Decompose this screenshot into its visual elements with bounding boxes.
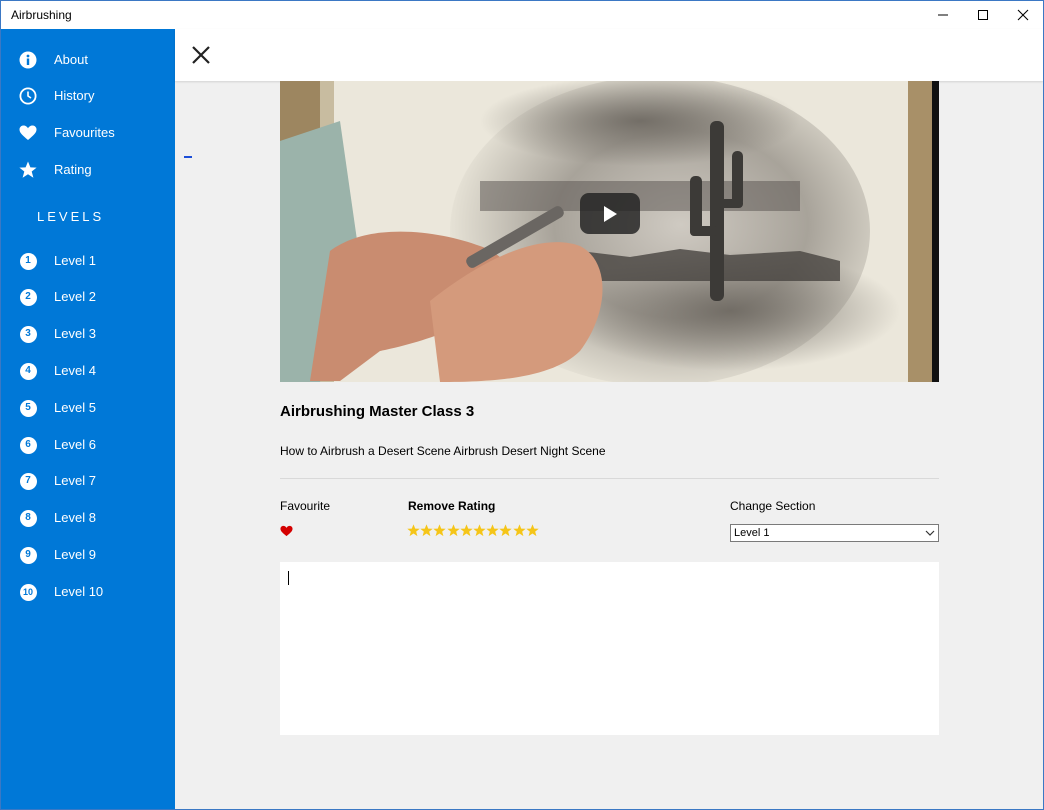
section-select[interactable]: Level 1 bbox=[730, 524, 939, 542]
info-icon bbox=[18, 50, 38, 70]
window-title: Airbrushing bbox=[11, 8, 72, 22]
video-player[interactable] bbox=[280, 81, 939, 382]
level-number-icon: 7 bbox=[19, 472, 37, 490]
close-panel-icon[interactable] bbox=[191, 45, 211, 65]
play-icon bbox=[604, 205, 617, 222]
collapse-indicator bbox=[184, 156, 192, 158]
sidebar-item-label: Level 2 bbox=[54, 289, 96, 304]
video-description: How to Airbrush a Desert Scene Airbrush … bbox=[280, 444, 606, 458]
rating-star-icon[interactable] bbox=[525, 524, 539, 537]
sidebar-item-label: Level 8 bbox=[54, 510, 96, 525]
level-number-icon: 10 bbox=[19, 583, 37, 601]
star-icon bbox=[18, 160, 38, 180]
close-window-button[interactable] bbox=[1003, 1, 1043, 29]
text-caret bbox=[288, 571, 289, 585]
app-window: Airbrushing About History Favourites Rat… bbox=[0, 0, 1044, 810]
level-number-icon: 1 bbox=[19, 252, 37, 270]
rating-star-icon[interactable] bbox=[499, 524, 513, 537]
rating-star-icon[interactable] bbox=[420, 524, 433, 537]
change-section-label: Change Section bbox=[730, 499, 816, 513]
clock-icon bbox=[18, 86, 38, 106]
notes-textarea[interactable] bbox=[280, 562, 939, 735]
sidebar-item-level-4[interactable]: 4 Level 4 bbox=[1, 353, 175, 389]
sidebar-item-label: Rating bbox=[54, 162, 92, 177]
sidebar-item-level-3[interactable]: 3 Level 3 bbox=[1, 316, 175, 352]
sidebar-item-label: Level 6 bbox=[54, 437, 96, 452]
sidebar-item-about[interactable]: About bbox=[1, 42, 175, 78]
sidebar-item-label: Level 4 bbox=[54, 363, 96, 378]
top-bar bbox=[175, 29, 1043, 81]
title-bar: Airbrushing bbox=[1, 1, 1043, 29]
level-number-icon: 2 bbox=[19, 288, 37, 306]
favourite-heart-icon[interactable] bbox=[280, 525, 293, 537]
sidebar-item-level-9[interactable]: 9 Level 9 bbox=[1, 537, 175, 573]
sidebar-item-level-10[interactable]: 10 Level 10 bbox=[1, 574, 175, 610]
favourite-label: Favourite bbox=[280, 499, 331, 513]
level-number-icon: 9 bbox=[19, 546, 37, 564]
level-number-icon: 3 bbox=[19, 325, 37, 343]
rating-star-icon[interactable] bbox=[460, 524, 473, 537]
sidebar-item-label: Level 7 bbox=[54, 473, 96, 488]
sidebar-item-level-2[interactable]: 2 Level 2 bbox=[1, 279, 175, 315]
minimize-icon bbox=[938, 14, 948, 16]
sidebar-item-history[interactable]: History bbox=[1, 78, 175, 114]
sidebar-item-label: Level 5 bbox=[54, 400, 96, 415]
sidebar-item-label: About bbox=[54, 52, 88, 67]
sidebar-item-label: Favourites bbox=[54, 125, 115, 140]
rating-star-icon[interactable] bbox=[407, 524, 420, 537]
level-number-icon: 4 bbox=[19, 362, 37, 380]
sidebar-item-label: Level 1 bbox=[54, 253, 96, 268]
rating-star-icon[interactable] bbox=[473, 524, 486, 537]
sidebar-item-level-7[interactable]: 7 Level 7 bbox=[1, 463, 175, 499]
sidebar-item-level-8[interactable]: 8 Level 8 bbox=[1, 500, 175, 536]
sidebar-item-rating[interactable]: Rating bbox=[1, 152, 175, 188]
main-content: Airbrushing Master Class 3 How to Airbru… bbox=[175, 29, 1043, 809]
sidebar-item-level-5[interactable]: 5 Level 5 bbox=[1, 390, 175, 426]
chevron-down-icon bbox=[925, 530, 935, 536]
sidebar-item-label: History bbox=[54, 88, 95, 103]
level-number-icon: 6 bbox=[19, 436, 37, 454]
rating-star-icon[interactable] bbox=[486, 524, 499, 537]
play-button[interactable] bbox=[580, 193, 640, 234]
video-title: Airbrushing Master Class 3 bbox=[280, 403, 475, 420]
sidebar-item-level-1[interactable]: 1 Level 1 bbox=[1, 243, 175, 279]
divider bbox=[280, 478, 939, 479]
sidebar-item-label: Level 10 bbox=[54, 584, 104, 599]
sidebar-item-favourites[interactable]: Favourites bbox=[1, 115, 175, 151]
rating-star-icon[interactable] bbox=[433, 524, 447, 537]
remove-rating-button[interactable]: Remove Rating bbox=[408, 499, 495, 513]
level-number-icon: 8 bbox=[19, 509, 37, 527]
maximize-button[interactable] bbox=[963, 1, 1003, 29]
section-select-value: Level 1 bbox=[734, 527, 770, 539]
rating-star-icon[interactable] bbox=[446, 524, 460, 537]
sidebar-item-label: Level 3 bbox=[54, 326, 96, 341]
level-number-icon: 5 bbox=[19, 399, 37, 417]
rating-stars[interactable] bbox=[407, 524, 539, 537]
sidebar: About History Favourites Rating LEVELS 1… bbox=[1, 29, 175, 809]
minimize-button[interactable] bbox=[923, 1, 963, 29]
sidebar-item-level-6[interactable]: 6 Level 6 bbox=[1, 427, 175, 463]
maximize-icon bbox=[978, 10, 988, 20]
rating-star-icon[interactable] bbox=[512, 524, 526, 537]
heart-icon bbox=[18, 123, 38, 143]
sidebar-item-label: Level 9 bbox=[54, 547, 96, 562]
close-icon bbox=[1017, 9, 1029, 21]
levels-header: LEVELS bbox=[37, 209, 105, 224]
